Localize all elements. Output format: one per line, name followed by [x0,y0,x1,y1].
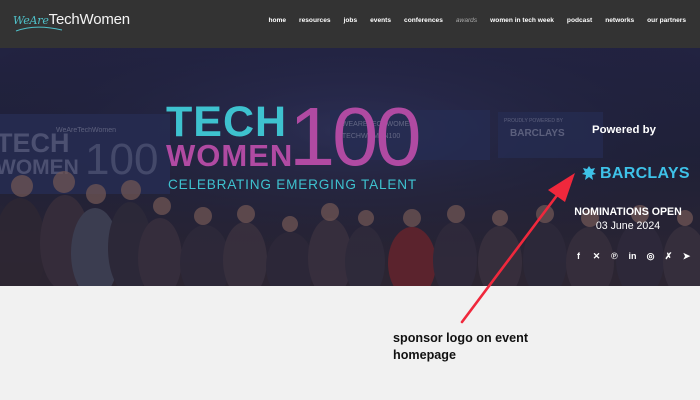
powered-by-label: Powered by [592,124,656,136]
sponsor-name: BARCLAYS [600,165,690,182]
techwomen100-logo: TECH WOMEN 100 CELEBRATING EMERGING TALE… [166,95,436,241]
annotation-label: sponsor logo on event homepage [393,331,529,362]
page: WeAre TechWomen home resources jobs even… [0,0,700,400]
nav-link-resources[interactable]: resources [299,17,331,24]
facebook-icon[interactable]: f [574,252,583,261]
nav-link-awards[interactable]: awards [456,17,477,24]
nav-link-jobs[interactable]: jobs [344,17,358,24]
logo-100-text: 100 [289,90,421,183]
sponsor-logo[interactable]: BARCLAYS [581,162,690,186]
hero-banner: TECH WOMEN 100 #WEARETECHWOMEN #TECHWOME… [0,48,700,286]
xing-icon[interactable]: ✗ [664,252,673,261]
nav-links: home resources jobs events conferences a… [255,17,686,24]
nav-link-conferences[interactable]: conferences [404,17,443,24]
share-icons: f ✕ ℗ in ◎ ✗ ➤ [574,252,700,261]
nav-link-networks[interactable]: networks [605,17,634,24]
logo-women-text: WOMEN [166,138,294,173]
nav-link-home[interactable]: home [268,17,286,24]
site-logo[interactable]: WeAre TechWomen [13,11,130,32]
linkedin-icon[interactable]: in [628,252,637,261]
nav-link-events[interactable]: events [370,17,391,24]
x-icon[interactable]: ✕ [592,252,601,261]
logo-swoosh-icon [15,26,63,32]
top-navbar: WeAre TechWomen home resources jobs even… [0,0,700,48]
nominations-date: 03 June 2024 [595,220,661,232]
nav-link-our-partners[interactable]: our partners [647,17,686,24]
pinterest-icon[interactable]: ℗ [610,252,619,261]
nav-link-women-in-tech-week[interactable]: women in tech week [490,17,554,24]
telegram-icon[interactable]: ➤ [682,252,691,261]
logo-tagline: CELEBRATING EMERGING TALENT [168,177,417,192]
whatsapp-icon[interactable]: ◎ [646,252,655,261]
eagle-icon [582,166,596,180]
nav-link-podcast[interactable]: podcast [567,17,592,24]
nominations-status: NOMINATIONS OPEN [574,206,682,218]
